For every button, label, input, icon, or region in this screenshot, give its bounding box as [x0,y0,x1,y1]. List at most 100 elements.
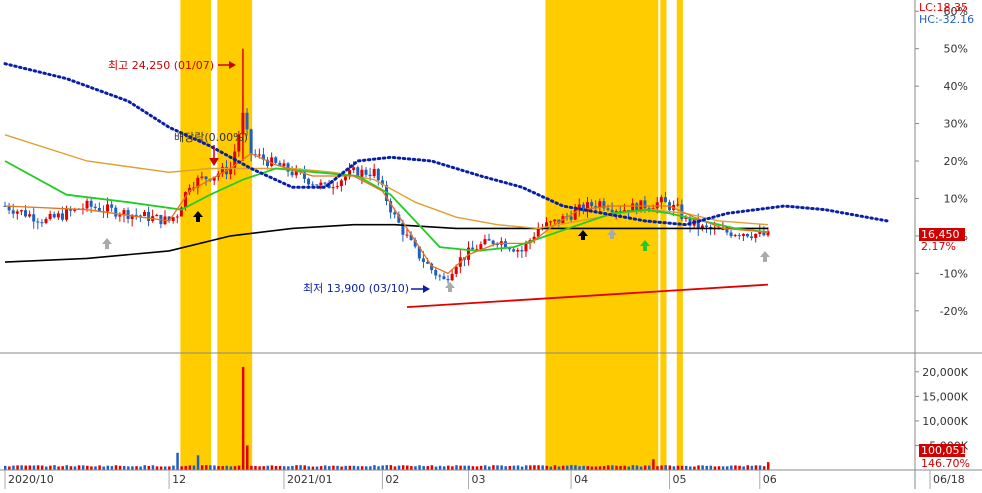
volume-bar [488,466,491,470]
volume-bar [545,465,548,470]
volume-bar [672,466,676,470]
volume-bar [332,465,335,470]
candle [110,204,114,208]
volume-bar [615,465,618,470]
candle [516,250,520,252]
volume-bar [184,465,187,470]
volume-bar [631,465,635,470]
low-label: 최저 13,900 (03/10) [303,282,409,295]
volume-bar [619,465,622,470]
volume-bar [643,465,647,470]
volume-bar [352,465,356,470]
volume-bar [447,465,450,470]
x-tick-label: 02 [385,473,399,486]
volume-tick-label: 15,000K [922,390,968,403]
candle [343,176,347,181]
volume-bar [270,465,274,470]
candle [290,171,294,176]
volume-bar [221,466,224,470]
candle [737,235,741,237]
volume-bar [200,465,204,470]
volume-bar [725,466,729,470]
candle [372,168,376,177]
volume-bar [504,466,507,470]
volume-bar [205,465,208,470]
volume-bar [742,466,745,470]
volume-bar [180,466,183,470]
volume-bar [250,465,253,470]
volume-bar [344,465,347,470]
volume-bar [122,466,126,470]
volume-bar [328,466,331,470]
stock-chart[interactable]: 60%50%40%30%20%10%0%-10%-20%20,000K15,00… [0,0,982,489]
volume-bar [594,466,598,470]
candle [745,233,749,237]
candle [360,169,364,177]
hc-label: HC:-32.16 [919,13,974,26]
volume-bar [479,465,483,470]
volume-bar [40,465,44,470]
candle [28,214,32,217]
x-tick-label: 12 [172,473,186,486]
volume-bar [45,466,48,470]
volume-bar [319,466,323,470]
volume-bar [516,465,520,470]
volume-bar [754,465,758,470]
volume-bar [734,465,737,470]
candle [114,207,118,217]
volume-bar [422,466,425,470]
volume-bar [393,466,397,470]
volume-bar [406,465,409,470]
candle [442,276,446,280]
volume-bar [459,465,462,470]
candle [704,225,708,227]
volume-bar [549,466,553,470]
volume-bar [676,465,680,470]
volume-bar [574,465,577,470]
volume-bar [660,465,663,470]
candle [36,221,40,223]
volume-bar [697,465,700,470]
dividend-label: 배당락(0.00%) [174,131,248,144]
volume-bar [131,466,134,470]
candle [553,219,557,222]
volume-bar [49,465,52,470]
volume-bar [262,466,265,470]
volume-bar [69,466,73,470]
volume-tick-label: 10,000K [922,415,968,428]
volume-bar [377,466,380,470]
volume-bar [348,465,352,470]
volume-bar [656,466,659,470]
volume-bar [32,465,36,470]
candle [434,270,438,276]
candle [44,219,48,223]
candle [171,217,175,222]
volume-bar [176,452,179,470]
volume-bar [94,466,97,470]
candle [204,176,208,180]
volume-bar [463,465,466,470]
volume-bar [90,466,93,470]
candle [155,214,159,217]
candle [15,211,19,214]
volume-bar [196,455,200,470]
candle [323,182,327,184]
candle [491,240,495,245]
volume-bar [340,466,343,470]
volume-bar [758,465,762,470]
volume-bar [401,465,405,470]
volume-bar [237,465,241,470]
volume-bar [364,466,368,470]
volume-bar [508,465,512,470]
volume-bar [369,466,372,470]
volume-bar [570,465,573,470]
candle [352,167,356,171]
volume-bar [315,466,319,470]
candle [446,279,450,281]
volume-bar [209,465,212,470]
volume-bar [590,466,594,470]
candle [319,182,323,186]
candle [421,258,425,262]
volume-bar [307,466,311,470]
candle [200,176,204,178]
